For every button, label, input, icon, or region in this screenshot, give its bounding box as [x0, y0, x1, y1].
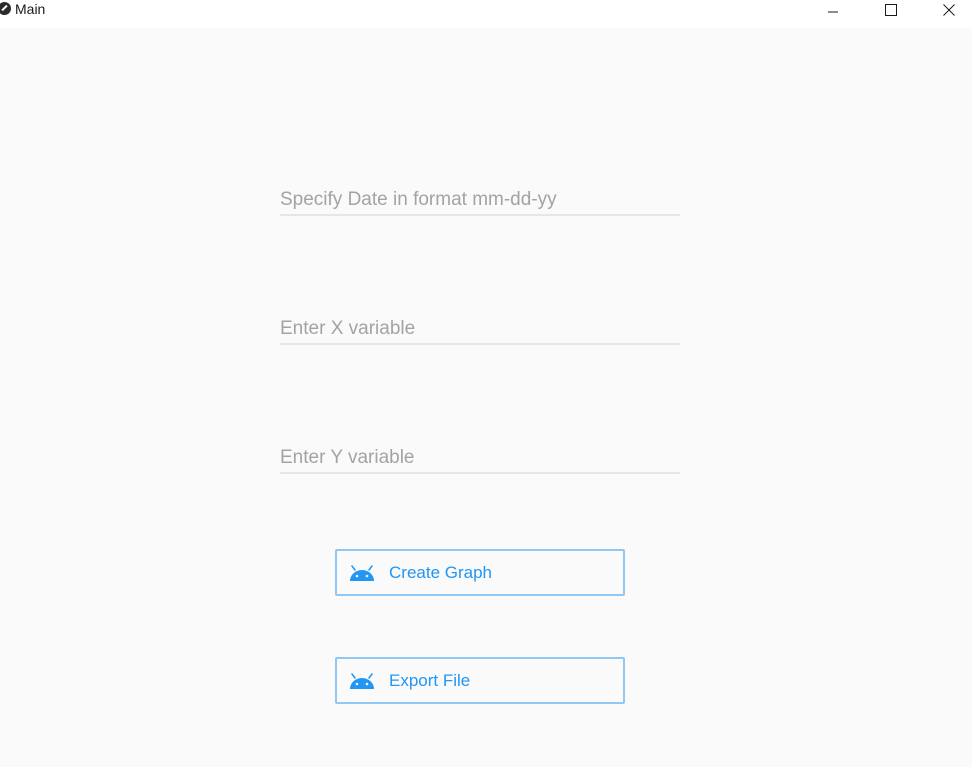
- x-variable-input[interactable]: [280, 317, 680, 341]
- create-graph-label: Create Graph: [389, 563, 492, 582]
- x-variable-field-container: [280, 317, 680, 345]
- minimize-icon: [828, 11, 838, 13]
- window-title: Main: [15, 1, 46, 17]
- app-icon: [0, 2, 11, 15]
- main-content: Create Graph Export File: [0, 28, 972, 767]
- close-button[interactable]: [926, 0, 972, 20]
- export-file-label: Export File: [389, 671, 471, 690]
- android-icon: [350, 565, 374, 581]
- maximize-icon: [885, 4, 897, 16]
- date-field-container: [280, 188, 680, 216]
- android-icon: [350, 673, 374, 689]
- minimize-button[interactable]: [810, 0, 856, 20]
- create-graph-button[interactable]: Create Graph: [335, 549, 625, 596]
- close-icon: [943, 4, 955, 16]
- date-input[interactable]: [280, 188, 680, 212]
- y-variable-input[interactable]: [280, 446, 680, 470]
- title-bar: Main: [0, 0, 972, 28]
- y-variable-field-container: [280, 446, 680, 474]
- maximize-button[interactable]: [868, 0, 914, 20]
- export-file-button[interactable]: Export File: [335, 657, 625, 704]
